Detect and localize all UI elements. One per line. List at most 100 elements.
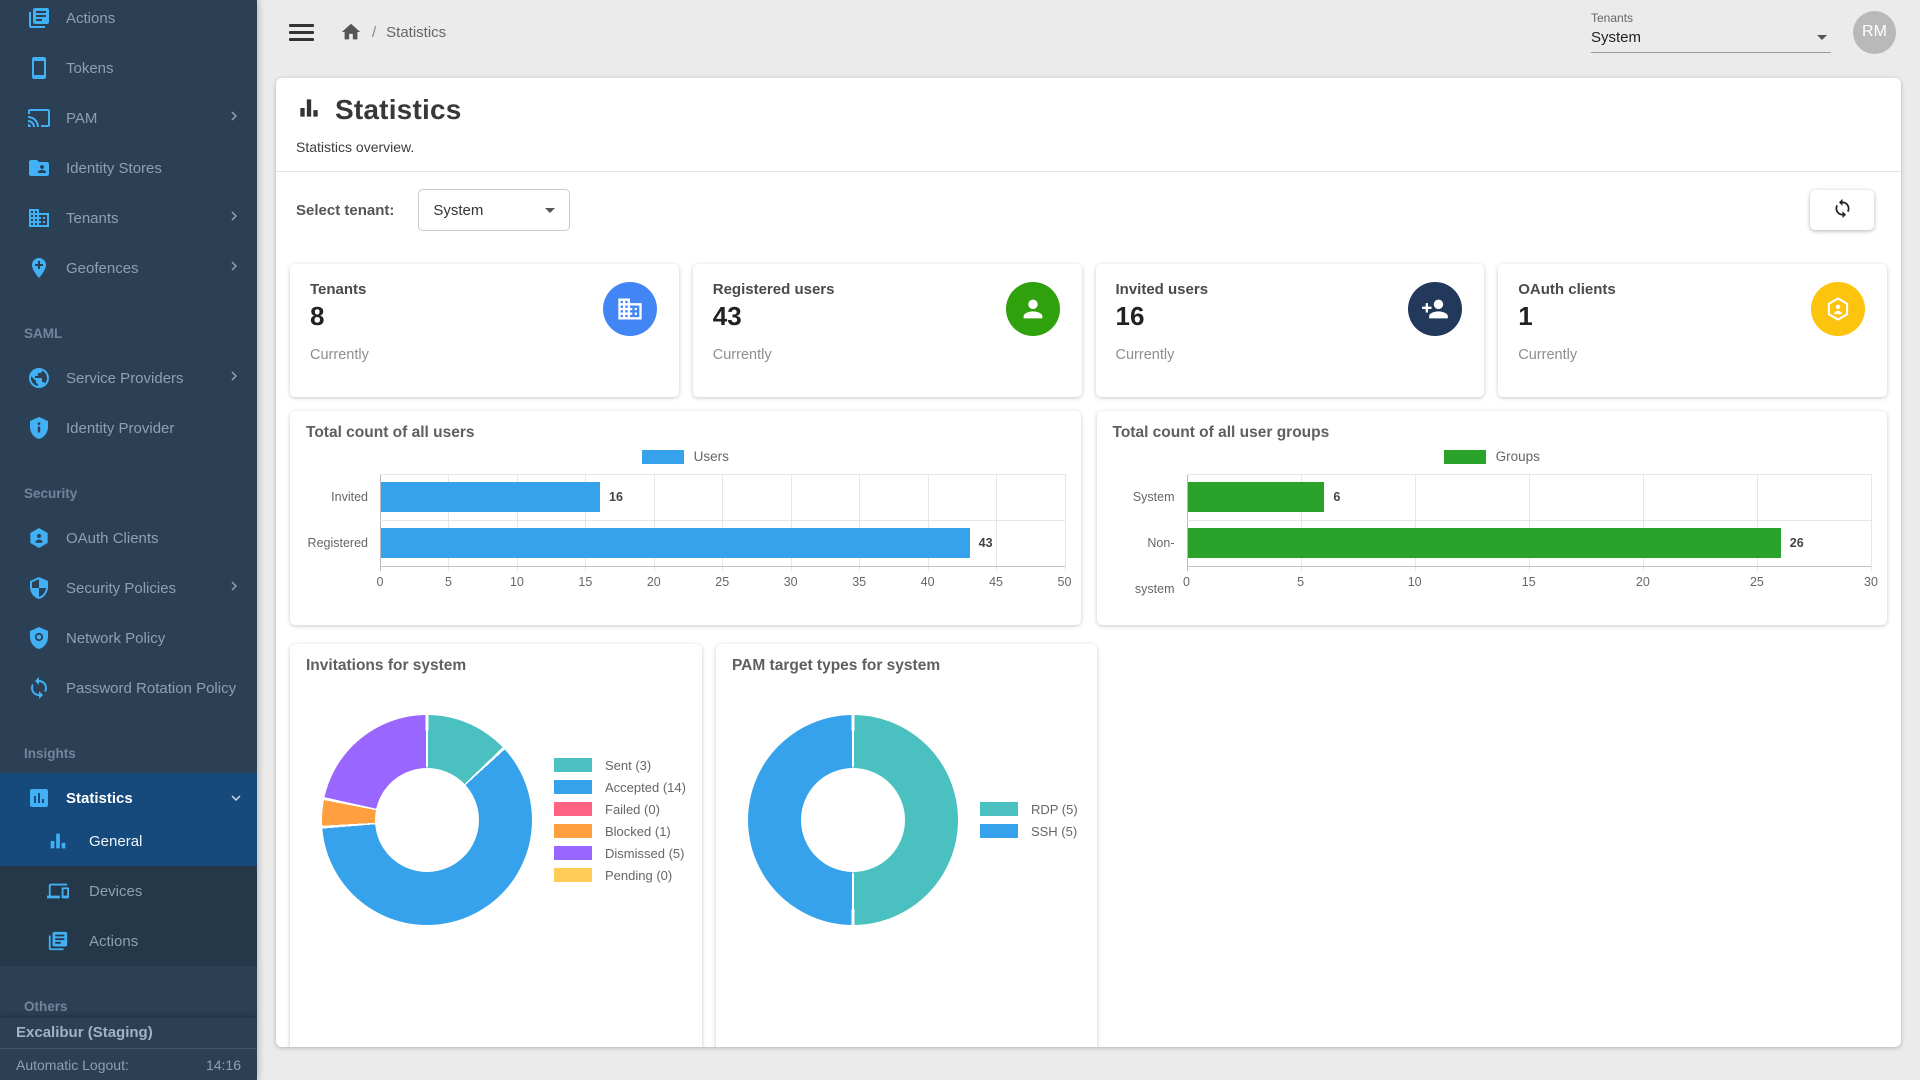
bar-system	[1188, 482, 1325, 512]
donut-charts-row: Invitations for system Sent (3) Accepted (…	[290, 644, 1887, 1047]
sidebar-section-saml: SAML	[0, 313, 257, 353]
auto-logout-label: Automatic Logout:	[16, 1057, 129, 1073]
x-axis-tick: 50	[1058, 575, 1072, 589]
legend-swatch	[554, 758, 592, 772]
legend-swatch	[554, 846, 592, 860]
donut-hole	[801, 768, 905, 872]
sidebar-item-password-rotation-policy[interactable]: Password Rotation Policy	[0, 663, 257, 713]
sidebar-item-tokens[interactable]: Tokens	[0, 43, 257, 93]
controls-row: Select tenant: System	[276, 172, 1901, 248]
legend-swatch	[554, 824, 592, 838]
legend-swatch	[980, 824, 1018, 838]
network-policy-icon	[27, 626, 51, 650]
chevron-right-icon	[225, 577, 243, 599]
y-axis-label: Invited	[306, 474, 380, 520]
sidebar-item-identity-stores[interactable]: Identity Stores	[0, 143, 257, 193]
legend-label: RDP (5)	[1031, 802, 1078, 817]
stat-card-registered-users: Registered users43Currently	[693, 264, 1082, 397]
statistics-chart-icon	[296, 95, 322, 126]
bar-registered	[381, 528, 970, 558]
users-bar-chart-card: Total count of all usersUsersInvitedRegi…	[290, 411, 1081, 625]
sidebar-item-general-sub[interactable]: General	[0, 816, 257, 866]
donut-legend: Sent (3) Accepted (14) Failed (0) Blocked (…	[554, 751, 686, 890]
sidebar-section-security: Security	[0, 473, 257, 513]
home-icon[interactable]	[340, 21, 362, 43]
general-icon	[47, 830, 69, 852]
bar-invited	[381, 482, 600, 512]
sidebar-item-label: Devices	[89, 883, 142, 900]
legend-item-blocked[interactable]: Blocked (1)	[554, 824, 686, 839]
sidebar-item-tenants[interactable]: Tenants	[0, 193, 257, 243]
sidebar-item-network-policy[interactable]: Network Policy	[0, 613, 257, 663]
x-axis-tick: 30	[784, 575, 798, 589]
donut-hole	[375, 768, 479, 872]
avatar[interactable]: RM	[1853, 11, 1896, 54]
pam-donut-card: PAM target types for systemRDP (5)SSH (5…	[716, 644, 1097, 1047]
legend-item-rdp[interactable]: RDP (5)	[980, 802, 1078, 817]
legend-item-failed[interactable]: Failed (0)	[554, 802, 686, 817]
tenant-dropdown[interactable]: System	[418, 189, 570, 231]
x-axis-tick: 15	[578, 575, 592, 589]
invitations-donut-card: Invitations for system Sent (3) Accepted (…	[290, 644, 702, 1047]
menu-icon[interactable]	[289, 20, 314, 45]
sidebar-item-oauth-clients[interactable]: OAuth Clients	[0, 513, 257, 563]
sidebar-item-label: Network Policy	[66, 630, 165, 647]
refresh-button[interactable]	[1810, 190, 1874, 230]
chart-title: Invitations for system	[306, 657, 686, 675]
service-providers-icon	[27, 366, 51, 390]
sidebar-item-security-policies[interactable]: Security Policies	[0, 563, 257, 613]
legend-item-ssh[interactable]: SSH (5)	[980, 824, 1078, 839]
refresh-icon	[1832, 198, 1853, 222]
sidebar-section-insights: Insights	[0, 733, 257, 773]
auto-logout-time: 14:16	[206, 1057, 241, 1073]
sidebar-nav: ActionsTokensPAMIdentity StoresTenantsGe…	[0, 0, 257, 1026]
x-axis-tick: 0	[377, 575, 384, 589]
chart-title: Total count of all user groups	[1113, 424, 1872, 442]
legend-item-pending[interactable]: Pending (0)	[554, 868, 686, 883]
sidebar-item-devices-sub[interactable]: Devices	[0, 866, 257, 916]
sidebar-item-identity-provider[interactable]: Identity Provider	[0, 403, 257, 453]
bar-plot-area: 626	[1187, 474, 1872, 566]
chevron-right-icon	[225, 207, 243, 229]
stat-caption: Currently	[1518, 347, 1867, 363]
sidebar-item-service-providers[interactable]: Service Providers	[0, 353, 257, 403]
sidebar-item-actions[interactable]: Actions	[0, 0, 257, 43]
groups-bar-chart-card: Total count of all user groupsGroupsSyst…	[1097, 411, 1888, 625]
legend-swatch	[642, 450, 684, 464]
legend-item-dismissed[interactable]: Dismissed (5)	[554, 846, 686, 861]
chevron-right-icon	[225, 107, 243, 129]
topbar-tenant-select[interactable]: Tenants System	[1591, 11, 1831, 53]
sidebar-item-geofences[interactable]: Geofences	[0, 243, 257, 293]
sidebar-item-label: Actions	[89, 933, 138, 950]
x-axis-tick: 30	[1864, 575, 1878, 589]
y-axis-label: Registered	[306, 520, 380, 566]
legend-item-sent[interactable]: Sent (3)	[554, 758, 686, 773]
page-title: Statistics	[335, 94, 462, 126]
sidebar-item-label: Actions	[66, 10, 115, 27]
x-axis-tick: 0	[1183, 575, 1190, 589]
legend-label: SSH (5)	[1031, 824, 1077, 839]
topbar: / Statistics Tenants System RM	[257, 0, 1920, 64]
legend-label: Dismissed (5)	[605, 846, 684, 861]
chart-legend-item[interactable]: Groups	[1113, 449, 1872, 464]
legend-label: Groups	[1496, 449, 1540, 464]
security-policies-icon	[27, 576, 51, 600]
sidebar-item-pam[interactable]: PAM	[0, 93, 257, 143]
sidebar-footer: Excalibur (Staging) Automatic Logout: 14…	[0, 1018, 257, 1080]
x-axis-tick: 10	[1408, 575, 1422, 589]
stat-caption: Currently	[713, 347, 1062, 363]
tenant-select-label: Tenants	[1591, 11, 1831, 25]
sidebar-item-actions-sub[interactable]: Actions	[0, 916, 257, 966]
chart-legend-item[interactable]: Users	[306, 449, 1065, 464]
legend-item-accepted[interactable]: Accepted (14)	[554, 780, 686, 795]
chevron-right-icon	[225, 367, 243, 389]
sidebar-item-label: OAuth Clients	[66, 530, 159, 547]
breadcrumb[interactable]: Statistics	[386, 24, 446, 41]
x-axis-tick: 35	[852, 575, 866, 589]
bar-plot-area: 1643	[380, 474, 1065, 566]
legend-label: Sent (3)	[605, 758, 651, 773]
select-tenant-label: Select tenant:	[296, 202, 394, 219]
bar-value-label: 6	[1333, 482, 1340, 512]
sidebar-item-label: Statistics	[66, 790, 133, 807]
donut-legend: RDP (5) SSH (5)	[980, 795, 1078, 846]
